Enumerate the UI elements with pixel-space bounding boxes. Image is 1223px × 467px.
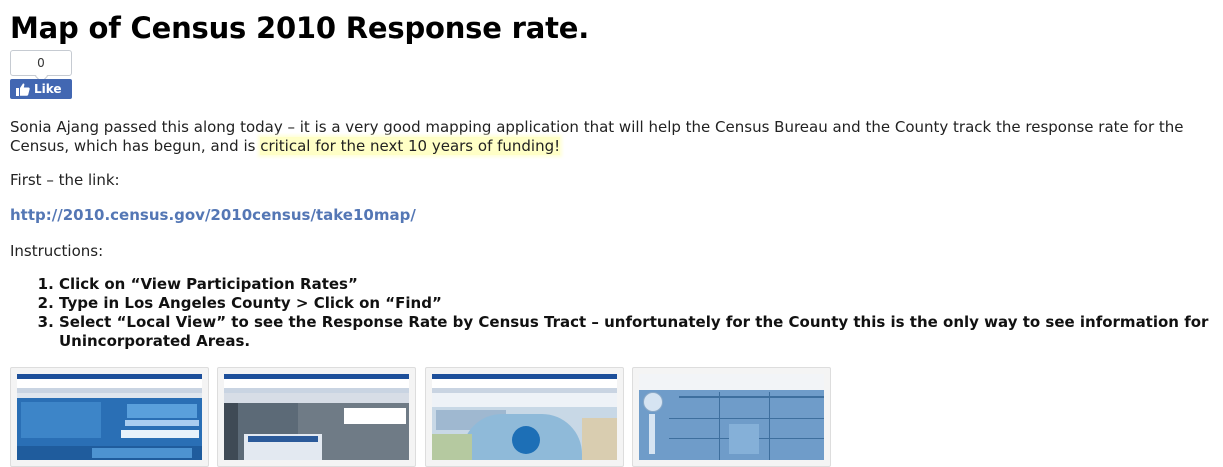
instructions-list: Click on “View Participation Rates” Type… (10, 275, 1209, 351)
link-intro-paragraph: First – the link: (10, 171, 120, 189)
thumbs-up-icon (16, 82, 30, 96)
facebook-like-widget: 0 Like (10, 50, 72, 99)
highlighted-text: critical for the next 10 years of fundin… (260, 137, 561, 155)
screenshot-thumbnail-3[interactable] (425, 367, 624, 467)
page-title: Map of Census 2010 Response rate. (10, 11, 590, 45)
like-label: Like (34, 82, 62, 96)
screenshot-thumbnail-2[interactable] (217, 367, 416, 467)
intro-paragraph: Sonia Ajang passed this along today – it… (10, 118, 1222, 156)
intro-text: Sonia Ajang passed this along today – it… (10, 118, 1184, 155)
instruction-item: Select “Local View” to see the Response … (59, 313, 1209, 351)
instruction-item: Type in Los Angeles County > Click on “F… (59, 294, 1209, 313)
like-button[interactable]: Like (10, 79, 72, 99)
instructions-heading: Instructions: (10, 242, 104, 260)
screenshot-thumbnail-1[interactable] (10, 367, 209, 467)
census-map-link[interactable]: http://2010.census.gov/2010census/take10… (10, 206, 416, 225)
screenshot-thumbnail-4[interactable] (632, 367, 831, 467)
like-count: 0 (10, 50, 72, 76)
instruction-item: Click on “View Participation Rates” (59, 275, 1209, 294)
